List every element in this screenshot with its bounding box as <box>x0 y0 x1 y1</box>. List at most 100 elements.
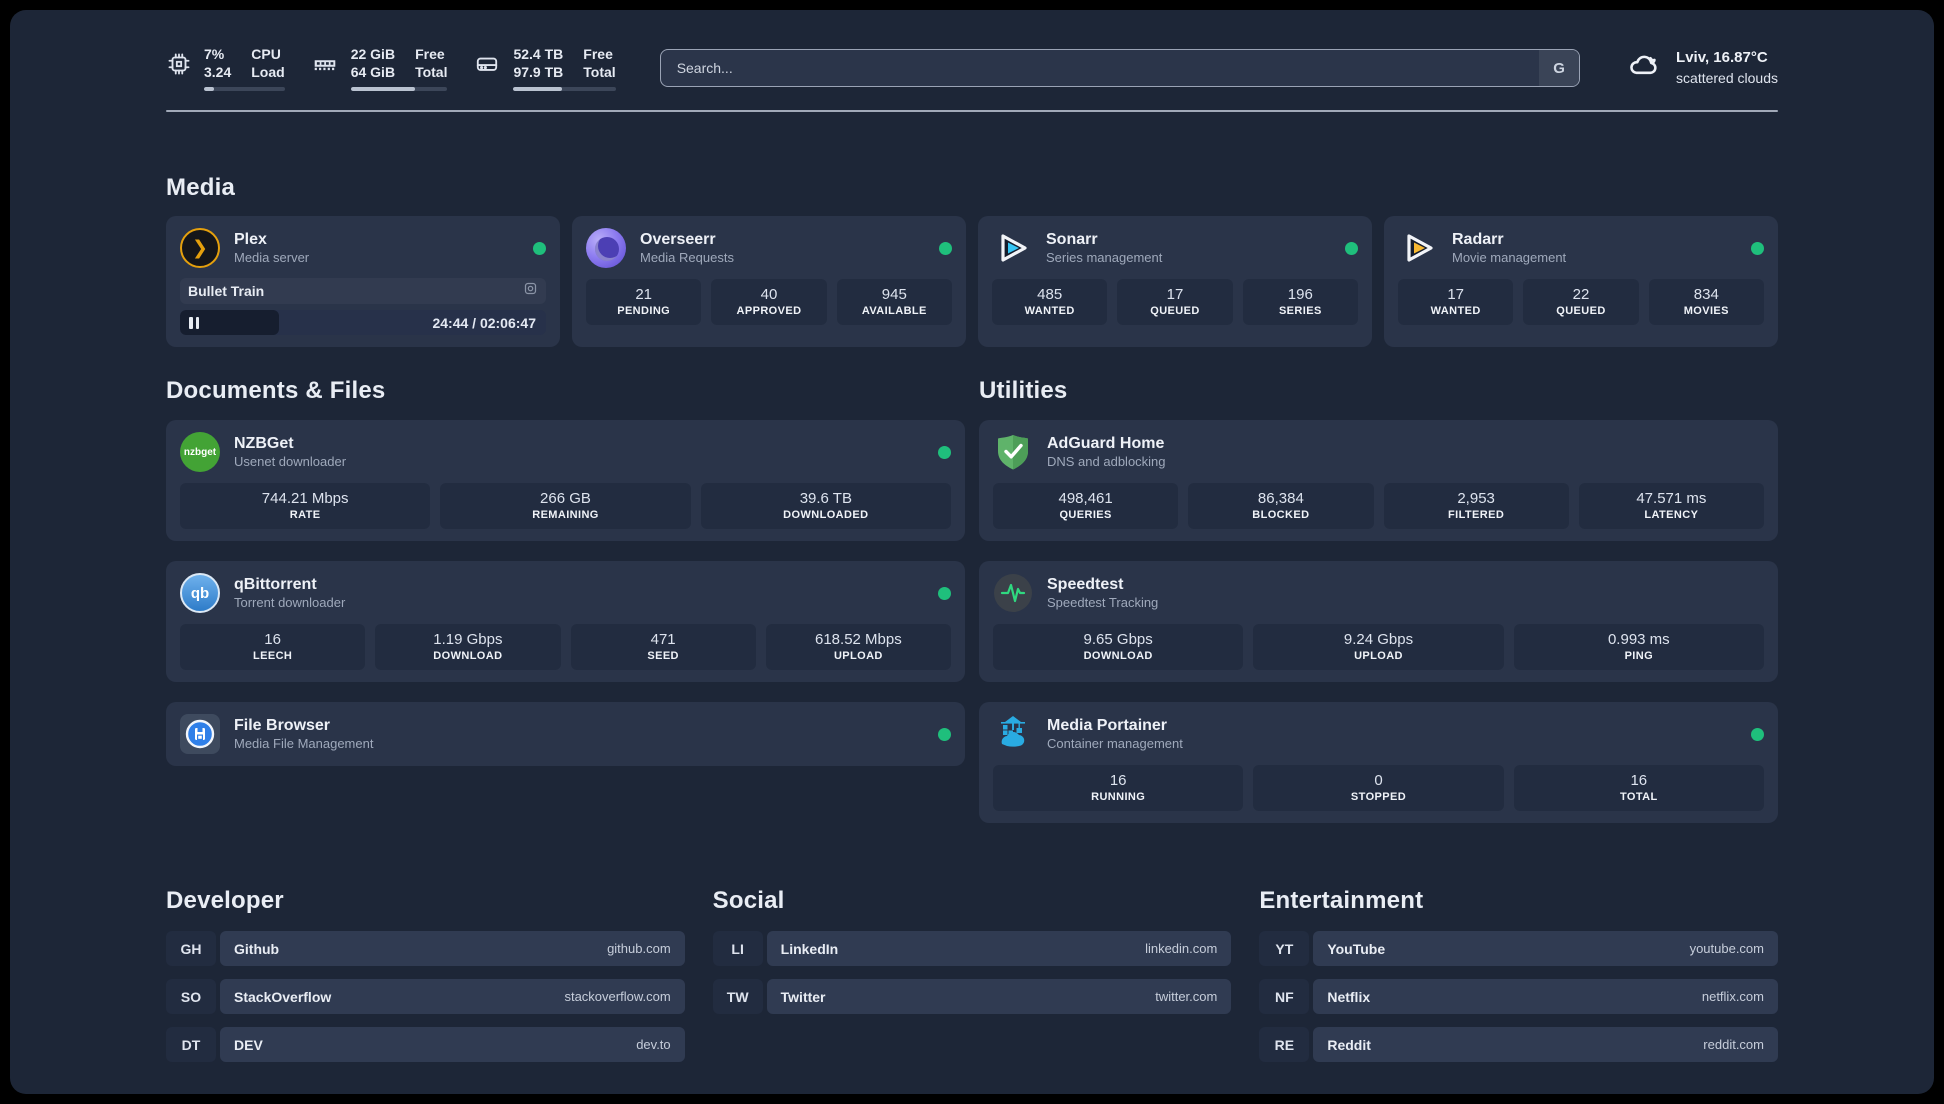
app-card-portainer[interactable]: Media Portainer Container management 16 … <box>979 702 1778 823</box>
weather-location-temp: Lviv, 16.87°C <box>1676 49 1768 67</box>
social-links-section: Social LI LinkedIn linkedin.com TW Twitt… <box>712 887 1232 1075</box>
stat-stopped: 0 STOPPED <box>1253 765 1504 811</box>
cloud-icon <box>1624 48 1664 87</box>
link-stackoverflow[interactable]: SO StackOverflow stackoverflow.com <box>166 979 685 1014</box>
app-description: Series management <box>1046 250 1163 265</box>
link-abbr: TW <box>712 979 763 1014</box>
section-title-social: Social <box>712 887 785 914</box>
app-description: DNS and adblocking <box>1047 454 1166 469</box>
stat-upload: 9.24 Gbps UPLOAD <box>1253 624 1504 670</box>
ram-icon <box>311 45 339 82</box>
disk-total-value: 97.9 TB <box>513 64 564 80</box>
media-section: ❯ Plex Media server Bullet Train 24:44 /… <box>166 216 1778 347</box>
disk-progress-bar <box>513 87 616 92</box>
app-description: Container management <box>1047 736 1183 751</box>
ram-progress-bar <box>350 87 448 92</box>
link-abbr: GH <box>166 931 216 966</box>
link-url: linkedin.com <box>1145 941 1218 956</box>
disk-free-label: Free <box>583 45 613 62</box>
ram-metric: 22 GiB 64 GiB Free Total <box>311 45 448 92</box>
pause-icon[interactable] <box>189 316 199 329</box>
stat-total: 16 TOTAL <box>1513 765 1764 811</box>
app-card-filebrowser[interactable]: File Browser Media File Management <box>166 702 965 766</box>
link-name: Github <box>234 940 280 957</box>
link-youtube[interactable]: YT YouTube youtube.com <box>1259 931 1778 966</box>
sonarr-icon <box>992 228 1032 268</box>
disk-total-label: Total <box>583 64 616 80</box>
link-abbr: SO <box>166 979 216 1014</box>
weather-condition: scattered clouds <box>1676 69 1778 86</box>
link-url: stackoverflow.com <box>564 989 671 1004</box>
stat-leech: 16 LEECH <box>180 624 366 670</box>
section-title-utilities: Utilities <box>979 377 1068 404</box>
app-name: Overseerr <box>640 231 716 248</box>
entertainment-links-section: Entertainment YT YouTube youtube.com NF … <box>1259 887 1778 1075</box>
stat-approved: 40 APPROVED <box>711 279 827 325</box>
topbar-divider <box>166 110 1778 112</box>
disk-free-value: 52.4 TB <box>513 45 564 62</box>
link-linkedin[interactable]: LI LinkedIn linkedin.com <box>712 931 1232 966</box>
status-dot <box>939 241 952 255</box>
session-icon[interactable] <box>523 281 538 301</box>
utilities-section: Utilities AdGuard Home DNS and adblockin… <box>979 377 1778 823</box>
search-input[interactable] <box>660 50 1540 86</box>
stat-wanted: 485 WANTED <box>992 279 1108 325</box>
section-title-entertainment: Entertainment <box>1259 887 1424 914</box>
status-dot <box>938 445 951 459</box>
stat-remaining: 266 GB REMAINING <box>440 483 691 529</box>
app-description: Movie management <box>1452 250 1567 265</box>
qbittorrent-icon: qb <box>180 573 220 613</box>
stat-upload: 618.52 Mbps UPLOAD <box>765 624 951 670</box>
app-card-radarr[interactable]: Radarr Movie management 17 WANTED 22 QUE… <box>1384 216 1778 347</box>
search-engine-button[interactable]: G <box>1539 50 1580 86</box>
app-name: Radarr <box>1452 231 1504 248</box>
now-playing-row: Bullet Train <box>180 278 546 304</box>
stat-wanted: 17 WANTED <box>1398 279 1514 325</box>
link-netflix[interactable]: NF Netflix netflix.com <box>1259 979 1778 1014</box>
weather-widget: Lviv, 16.87°C scattered clouds <box>1624 48 1778 87</box>
app-description: Torrent downloader <box>234 595 346 610</box>
stat-queries: 498,461 QUERIES <box>993 483 1179 529</box>
stat-running: 16 RUNNING <box>993 765 1244 811</box>
developer-links-section: Developer GH Github github.com SO StackO… <box>166 887 685 1075</box>
link-url: github.com <box>607 941 671 956</box>
link-url: dev.to <box>636 1037 671 1052</box>
stat-download: 1.19 Gbps DOWNLOAD <box>375 624 561 670</box>
status-dot <box>1345 241 1358 255</box>
link-reddit[interactable]: RE Reddit reddit.com <box>1259 1027 1778 1062</box>
app-description: Media server <box>234 250 310 265</box>
documents-files-section: Documents & Files nzbget NZBGet Usenet d… <box>166 377 965 823</box>
stat-blocked: 86,384 BLOCKED <box>1188 483 1374 529</box>
stat-ping: 0.993 ms PING <box>1513 624 1764 670</box>
app-name: Sonarr <box>1046 231 1098 248</box>
portainer-icon <box>993 714 1033 754</box>
app-card-speedtest[interactable]: Speedtest Speedtest Tracking 9.65 Gbps D… <box>979 561 1778 682</box>
stat-queued: 22 QUEUED <box>1523 279 1639 325</box>
speedtest-icon <box>993 573 1033 613</box>
app-card-sonarr[interactable]: Sonarr Series management 485 WANTED 17 Q… <box>978 216 1372 347</box>
cpu-usage-value: 7% <box>204 45 225 62</box>
link-name: LinkedIn <box>780 940 839 957</box>
link-dev[interactable]: DT DEV dev.to <box>166 1027 685 1062</box>
now-playing-title: Bullet Train <box>188 283 265 299</box>
cpu-load-value: 3.24 <box>204 64 232 80</box>
link-url: reddit.com <box>1703 1037 1764 1052</box>
link-twitter[interactable]: TW Twitter twitter.com <box>712 979 1232 1014</box>
app-card-plex[interactable]: ❯ Plex Media server Bullet Train 24:44 /… <box>166 216 560 347</box>
app-card-nzbget[interactable]: nzbget NZBGet Usenet downloader 744.21 M… <box>166 420 965 541</box>
link-abbr: RE <box>1259 1027 1310 1062</box>
link-abbr: NF <box>1259 979 1310 1014</box>
link-name: YouTube <box>1327 940 1386 957</box>
app-card-qbittorrent[interactable]: qb qBittorrent Torrent downloader 16 LEE… <box>166 561 965 682</box>
stat-download: 9.65 Gbps DOWNLOAD <box>993 624 1244 670</box>
app-description: Usenet downloader <box>234 454 347 469</box>
app-card-overseerr[interactable]: Overseerr Media Requests 21 PENDING 40 A… <box>572 216 966 347</box>
link-github[interactable]: GH Github github.com <box>166 931 685 966</box>
ram-free-label: Free <box>415 45 445 62</box>
disk-icon <box>473 45 501 82</box>
link-name: Reddit <box>1327 1036 1371 1053</box>
stat-available: 945 AVAILABLE <box>836 279 952 325</box>
link-url: netflix.com <box>1701 989 1764 1004</box>
cpu-metric: 7% 3.24 CPU Load <box>166 45 285 92</box>
app-card-adguard[interactable]: AdGuard Home DNS and adblocking 498,461 … <box>979 420 1778 541</box>
